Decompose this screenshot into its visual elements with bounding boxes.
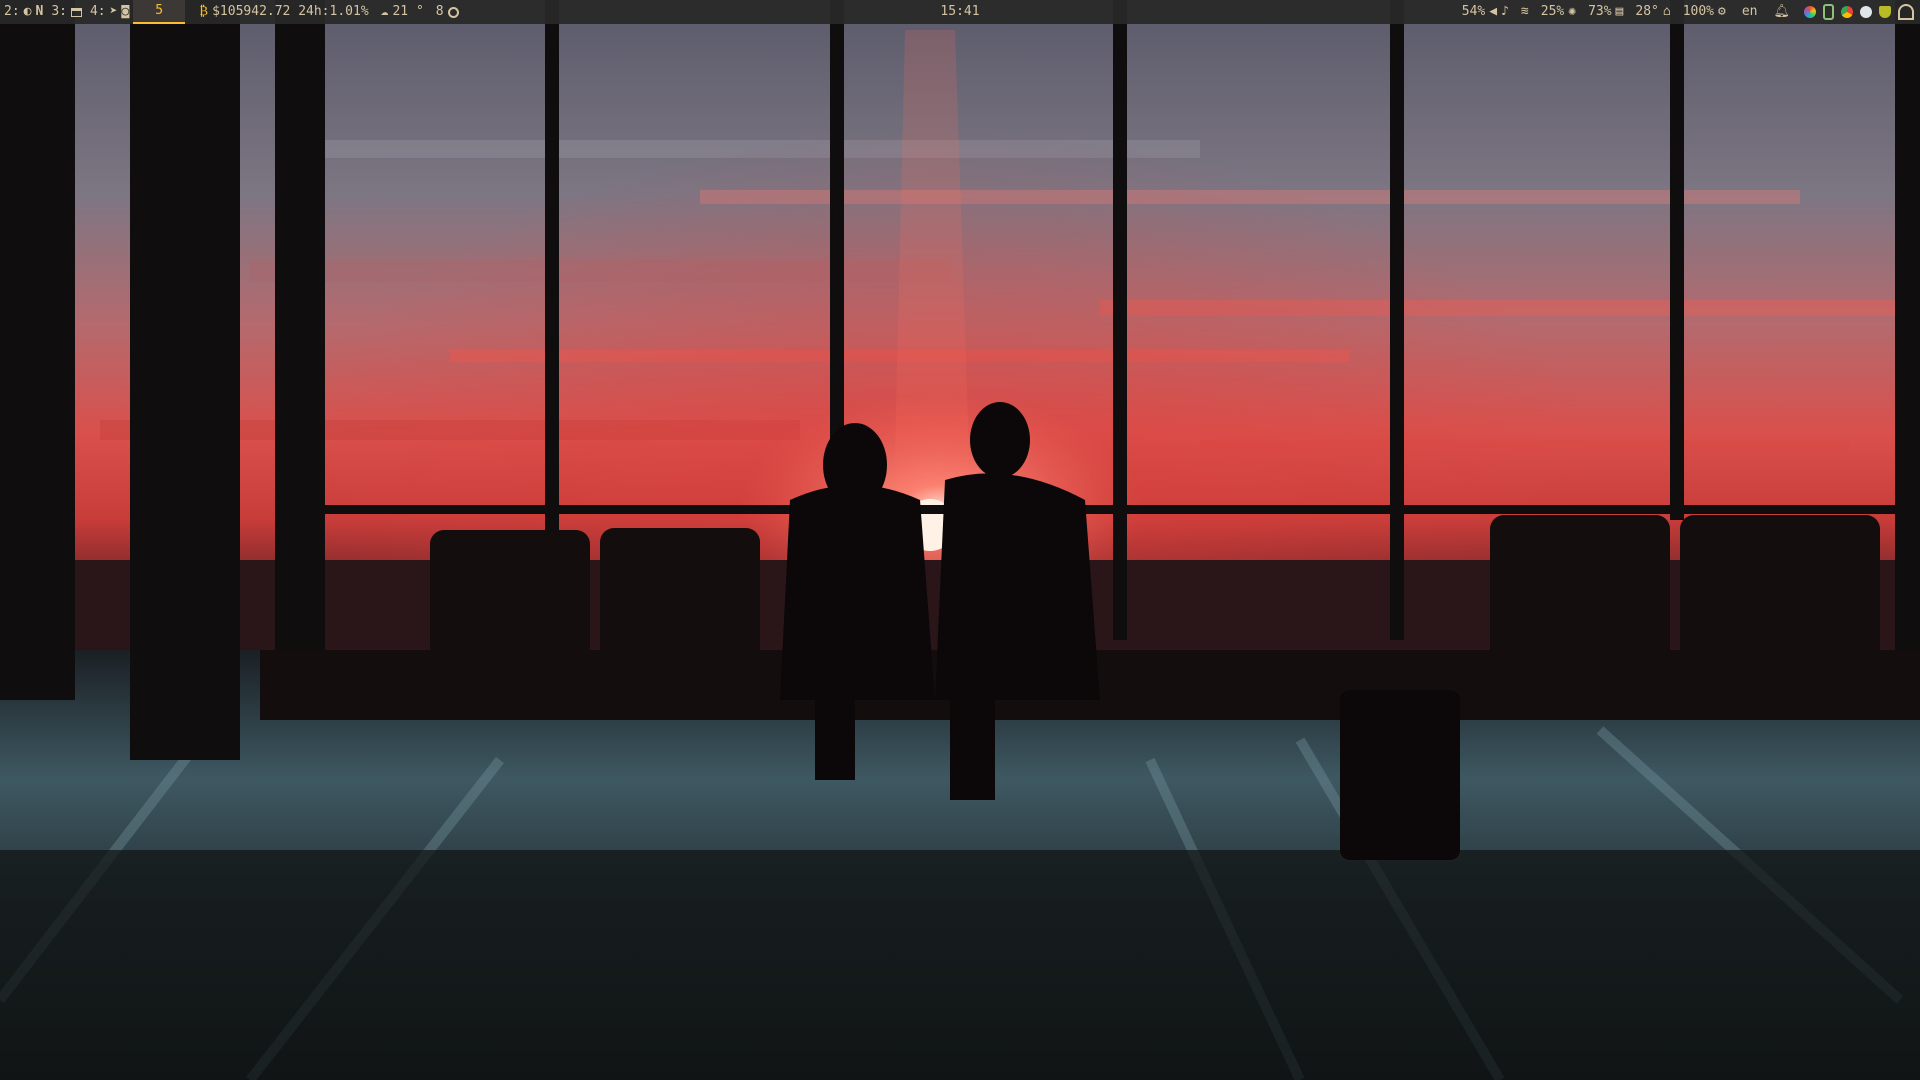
temperature-value: 28° [1635, 4, 1659, 19]
temperature-module[interactable]: 28° ⌂ [1629, 0, 1676, 24]
bar-right: 54% ◀ ♪ ≋ 25% ✺ 73% ▤ 28° ⌂ 100% ⚙ en 🔔︎ [1456, 0, 1914, 24]
battery-value: 100% [1682, 4, 1714, 19]
workspace-4-label: 4: [89, 4, 106, 19]
keyboard-layout-label: en [1741, 4, 1758, 19]
cpu-module[interactable]: 25% ✺ [1535, 0, 1582, 24]
weather-temp: 21 ° [392, 4, 424, 19]
bell-icon: 🔔︎ [1773, 4, 1790, 19]
workspace-5[interactable]: 5 [133, 0, 186, 24]
steam-icon: ◐ [23, 4, 32, 19]
memory-icon: ▤ [1615, 4, 1624, 19]
wifi-module[interactable]: ≋ [1515, 0, 1535, 24]
phone-icon[interactable] [1823, 4, 1834, 20]
memory-module[interactable]: 73% ▤ [1582, 0, 1629, 24]
workspace-2[interactable]: 2: ◐ N [0, 0, 47, 24]
brightness-value: 54% [1461, 4, 1486, 19]
keyboard-layout[interactable]: en [1732, 0, 1768, 24]
wifi-icon: ≋ [1520, 4, 1529, 19]
network-icon[interactable] [1898, 4, 1914, 20]
status-bar: 2: ◐ N 3: 4: ➤ ◙ 5 ₿ $105942.72 24h:1.01… [0, 0, 1920, 24]
thermometer-icon: ⌂ [1662, 4, 1671, 19]
desktop-wallpaper [0, 0, 1920, 1080]
workspace-2-label: 2: [4, 4, 20, 19]
telegram-icon: ➤ [109, 4, 118, 19]
notifications-button[interactable]: 🔔︎ [1767, 0, 1796, 24]
chrome-icon[interactable] [1841, 6, 1853, 18]
cloud-sun-icon: ☁ [380, 4, 389, 19]
cpu-value: 25% [1540, 4, 1565, 19]
color-picker-icon[interactable] [1804, 6, 1816, 18]
workspace-5-label: 5 [155, 3, 164, 18]
microphone-icon[interactable]: ♪ [1501, 0, 1509, 24]
workspace-4[interactable]: 4: ➤ ◙ [86, 0, 133, 24]
discord-icon: ◙ [121, 4, 130, 19]
workspace-3-label: 3: [51, 4, 67, 19]
shield-icon[interactable] [1879, 6, 1891, 18]
bar-left: 2: ◐ N 3: 4: ➤ ◙ 5 ₿ $105942.72 24h:1.01… [0, 0, 465, 24]
crypto-ticker[interactable]: ₿ $105942.72 24h:1.01% [193, 0, 375, 24]
updates-count: 8 [435, 4, 444, 19]
updates-module[interactable]: 8 [430, 0, 465, 24]
bitcoin-icon: ₿ [199, 4, 209, 19]
battery-module[interactable]: 100% ⚙ [1677, 0, 1732, 24]
neovim-icon: N [35, 4, 44, 19]
memory-value: 73% [1588, 4, 1612, 19]
cpu-icon: ✺ [1568, 4, 1577, 19]
system-tray [1804, 4, 1914, 20]
workspace-3[interactable]: 3: [47, 0, 86, 24]
update-icon [447, 6, 459, 18]
crypto-price: $105942.72 24h:1.01% [212, 4, 369, 19]
weather-module[interactable]: ☁ 21 ° [375, 0, 430, 24]
window-icon [70, 7, 82, 17]
brightness-module[interactable]: 54% ◀ ♪ [1456, 0, 1515, 24]
settings-icon: ⚙ [1718, 4, 1726, 19]
speaker-icon[interactable]: ◀ [1489, 0, 1497, 24]
steam-tray-icon[interactable] [1860, 6, 1872, 18]
